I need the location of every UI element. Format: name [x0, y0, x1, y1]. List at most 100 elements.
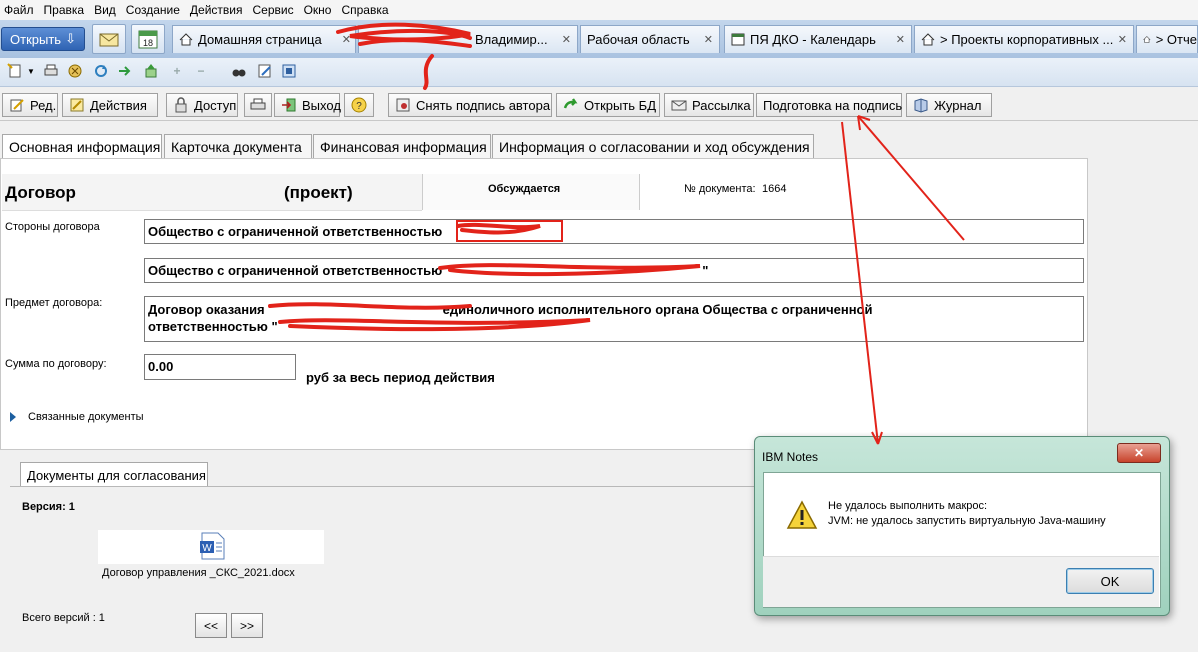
binoculars-icon[interactable]	[230, 62, 248, 80]
subject-field[interactable]: Договор оказания единоличного исполнитель…	[144, 296, 1084, 342]
attachment-file-name[interactable]: Договор управления _СКС_2021.docx	[102, 567, 295, 579]
close-icon[interactable]: ✕	[1118, 33, 1127, 46]
tab-home-label: Домашняя страница	[198, 32, 322, 47]
tab-projects[interactable]: > Проекты корпоративных ... ✕	[914, 25, 1134, 53]
tab-reports[interactable]: > Отче	[1136, 25, 1198, 53]
access-button-label: Доступ	[194, 97, 237, 113]
calendar-icon[interactable]: 18	[131, 24, 165, 54]
properties-icon[interactable]	[280, 62, 298, 80]
document-type-title: Договор	[5, 183, 76, 202]
dialog-ok-button[interactable]: OK	[1066, 568, 1154, 594]
party1-value: Общество с ограниченной ответственностью	[148, 224, 443, 239]
parties-label: Стороны договора	[5, 221, 100, 233]
journal-button[interactable]: Журнал	[906, 93, 992, 117]
green-arrow-icon	[563, 98, 578, 109]
access-button[interactable]: Доступ	[166, 93, 238, 117]
prepare-signing-button[interactable]: Подготовка на подпись	[756, 93, 902, 117]
tab-calendar[interactable]: ПЯ ДКО - Календарь ✕	[724, 25, 912, 53]
remove-signature-button[interactable]: Снять подпись автора	[388, 93, 552, 117]
dialog-close-button[interactable]: ✕	[1117, 443, 1161, 463]
edit-form-icon[interactable]	[256, 62, 274, 80]
word-document-icon[interactable]: W	[198, 531, 228, 561]
new-icon[interactable]	[6, 62, 24, 80]
sum-suffix: руб за весь период действия	[306, 370, 495, 385]
close-icon[interactable]: ✕	[704, 33, 713, 46]
menu-window[interactable]: Окно	[300, 3, 338, 17]
related-docs-link[interactable]: Связанные документы	[28, 411, 144, 423]
open-db-label: Открыть БД	[584, 97, 657, 113]
next-version-button[interactable]: >>	[231, 613, 263, 638]
close-icon[interactable]: ✕	[562, 33, 571, 46]
exit-button[interactable]: Выход	[274, 93, 341, 117]
open-button[interactable]: Открыть ⇩	[1, 27, 85, 51]
print-icon	[250, 98, 266, 110]
tab-approval-docs[interactable]: Документы для согласования	[20, 462, 208, 487]
menu-view[interactable]: Вид	[90, 3, 122, 17]
remove-signature-label: Снять подпись автора	[416, 97, 551, 113]
journal-label: Журнал	[934, 97, 982, 113]
menu-actions[interactable]: Действия	[186, 3, 249, 17]
prepare-signing-label: Подготовка на подпись	[763, 97, 903, 113]
prev-version-button[interactable]: <<	[195, 613, 227, 638]
mailing-button[interactable]: Рассылка	[664, 93, 754, 117]
tab-reports-label: > Отче	[1155, 32, 1197, 47]
open-db-button[interactable]: Открыть БД	[556, 93, 660, 117]
close-icon[interactable]: ✕	[342, 33, 351, 46]
party2-field[interactable]: Общество с ограниченной ответственностью…	[144, 258, 1084, 283]
menu-help[interactable]: Справка	[337, 3, 394, 17]
exit-icon	[282, 98, 296, 112]
tab-approval-info[interactable]: Информация о согласовании и ход обсужден…	[492, 134, 814, 158]
home-icon	[179, 33, 193, 46]
stop-icon[interactable]	[66, 62, 84, 80]
dialog-title: IBM Notes	[762, 450, 819, 464]
calendar-icon	[731, 33, 745, 46]
warning-icon	[786, 500, 818, 530]
doc-number: 1664	[762, 183, 787, 195]
actions-button[interactable]: Действия	[62, 93, 158, 117]
refresh-icon[interactable]	[92, 62, 110, 80]
tab-home[interactable]: Домашняя страница ✕	[172, 25, 356, 53]
party2-suffix: "	[702, 263, 709, 278]
tab-finance[interactable]: Финансовая информация	[313, 134, 491, 158]
menu-tools[interactable]: Сервис	[248, 3, 299, 17]
close-icon: ✕	[1133, 446, 1145, 460]
calendar-day: 18	[143, 38, 153, 48]
menu-file[interactable]: Файл	[0, 3, 40, 17]
mail-icon[interactable]	[92, 24, 126, 54]
tab-doc-card[interactable]: Карточка документа	[164, 134, 312, 158]
help-button[interactable]: ?	[344, 93, 374, 117]
home-icon	[1143, 36, 1151, 43]
print-icon[interactable]	[42, 62, 60, 80]
menu-edit[interactable]: Правка	[40, 3, 91, 17]
actions-icon	[70, 98, 84, 112]
book-icon	[914, 98, 928, 113]
help-icon: ?	[351, 97, 367, 113]
print-button[interactable]	[244, 93, 272, 117]
mailing-icon	[671, 100, 687, 111]
subject-line2: ответственностью "	[148, 319, 278, 334]
menu-create[interactable]: Создание	[122, 3, 186, 17]
sum-field[interactable]: 0.00	[144, 354, 296, 380]
tab-finance-label: Финансовая информация	[320, 138, 487, 155]
menu-bar: Файл Правка Вид Создание Действия Сервис…	[0, 0, 1198, 21]
lock-icon	[175, 97, 187, 113]
expand-triangle-icon[interactable]	[10, 412, 16, 422]
tab-workspace[interactable]: Рабочая область ✕	[580, 25, 720, 53]
tab-person[interactable]: Владимир... ✕	[358, 25, 578, 53]
subject-line1: Договор оказания	[148, 302, 265, 317]
chevron-down-icon[interactable]: ▼	[26, 62, 36, 80]
svg-text:W: W	[202, 543, 212, 554]
version-label: Версия: 1	[22, 501, 75, 513]
edit-button[interactable]: Ред.	[2, 93, 58, 117]
forward-icon[interactable]	[116, 62, 134, 80]
pencil-icon	[10, 99, 24, 112]
close-icon[interactable]: ✕	[896, 33, 905, 46]
party1-field[interactable]: Общество с ограниченной ответственностью	[144, 219, 1084, 244]
project-status: (проект)	[284, 183, 353, 202]
tab-person-label: Владимир...	[475, 32, 548, 47]
tab-main-info[interactable]: Основная информация	[2, 134, 162, 159]
subject-label: Предмет договора:	[5, 297, 103, 309]
download-arrow-icon: ⇩	[65, 31, 76, 46]
sum-value: 0.00	[148, 359, 174, 374]
up-icon[interactable]	[142, 62, 160, 80]
